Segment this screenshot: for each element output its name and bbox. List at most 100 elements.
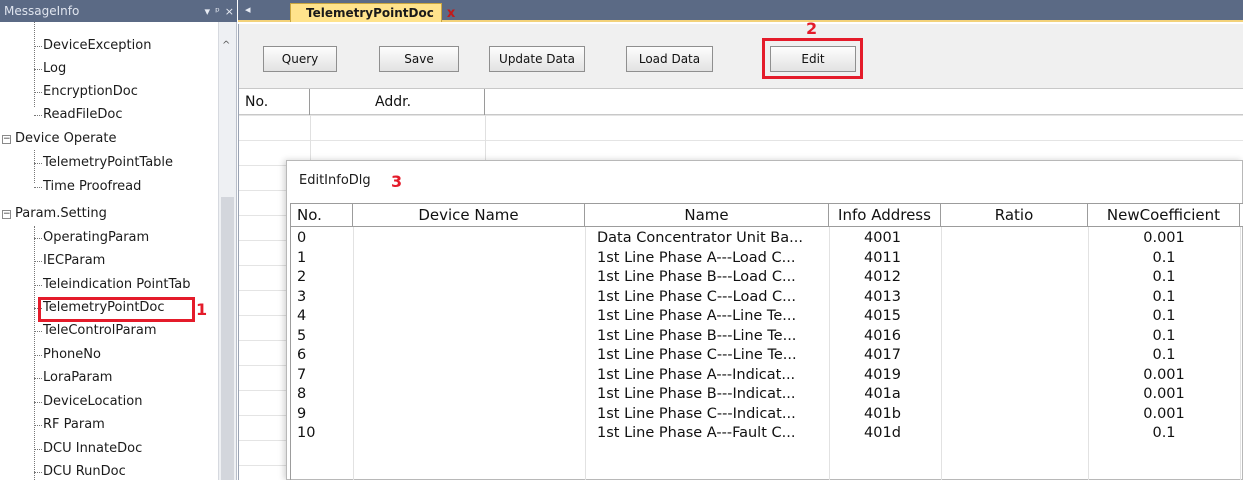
cell-no: 2 bbox=[297, 269, 307, 285]
tree-group-device-operate[interactable]: − Device Operate bbox=[2, 128, 116, 150]
cell-no: 7 bbox=[297, 366, 307, 383]
cell-coef: 0.1 bbox=[1152, 425, 1176, 441]
message-tree: DeviceException Log EncryptionDoc ReadFi… bbox=[0, 22, 220, 480]
cell-addr: 4013 bbox=[864, 288, 901, 305]
edit-info-dialog: EditInfoDlg 3 No. Device Name Name Info … bbox=[286, 160, 1243, 480]
column-header-ratio[interactable]: Ratio bbox=[941, 204, 1088, 227]
table-row[interactable]: 9 1st Line Phase C---Indicat... 401b 0.001 bbox=[291, 405, 1243, 424]
tree-item-lora-param[interactable]: LoraParam bbox=[33, 367, 112, 389]
cell-addr: 4015 bbox=[864, 308, 901, 324]
scroll-up-icon[interactable]: ^ bbox=[222, 40, 230, 51]
cell-no: 8 bbox=[297, 386, 307, 402]
tree-item-log[interactable]: Log bbox=[33, 58, 66, 80]
edit-info-table: No. Device Name Name Info Address Ratio … bbox=[290, 203, 1243, 480]
annotation-box-2 bbox=[762, 38, 863, 79]
dialog-title: EditInfoDlg bbox=[299, 173, 371, 188]
tree-item-device-exception[interactable]: DeviceException bbox=[33, 35, 151, 57]
load-data-button[interactable]: Load Data bbox=[626, 46, 713, 72]
column-header-new-coefficient[interactable]: NewCoefficient bbox=[1088, 204, 1240, 227]
table-row[interactable]: 3 1st Line Phase C---Load C... 4013 0.1 bbox=[291, 288, 1243, 307]
tree-item-rf-param[interactable]: RF Param bbox=[34, 414, 105, 436]
table-row[interactable]: 6 1st Line Phase C---Line Te... 4017 0.1 bbox=[291, 346, 1243, 365]
tree-item-time-proofread[interactable]: Time Proofread bbox=[33, 176, 141, 198]
column-header-no[interactable]: No. bbox=[291, 204, 353, 227]
table-row[interactable]: 10 1st Line Phase A---Fault C... 401d 0.1 bbox=[291, 424, 1243, 443]
cell-coef: 0.1 bbox=[1152, 249, 1176, 266]
column-header-info-address[interactable]: Info Address bbox=[829, 204, 941, 227]
tree-item-phone-no[interactable]: PhoneNo bbox=[34, 344, 101, 366]
column-header-no[interactable]: No. bbox=[239, 89, 310, 115]
tree-item-operating-param[interactable]: OperatingParam bbox=[33, 227, 149, 249]
table-row[interactable]: 4 1st Line Phase A---Line Te... 4015 0.1 bbox=[291, 307, 1243, 326]
cell-coef: 0.001 bbox=[1143, 405, 1185, 422]
table-row[interactable]: 5 1st Line Phase B---Line Te... 4016 0.1 bbox=[291, 327, 1243, 346]
collapse-icon[interactable]: − bbox=[2, 134, 11, 144]
cell-coef: 0.1 bbox=[1152, 269, 1176, 285]
tree-group-label: Param.Setting bbox=[15, 206, 107, 221]
tab-telemetry-point-doc[interactable]: TelemetryPointDoc x bbox=[290, 3, 455, 22]
tree-item-device-location[interactable]: DeviceLocation bbox=[33, 391, 142, 413]
tree-item-teleindication-point-tab[interactable]: Teleindication PointTab bbox=[34, 274, 191, 296]
cell-addr: 401d bbox=[864, 425, 901, 441]
cell-name: 1st Line Phase C---Indicat... bbox=[597, 405, 796, 422]
tree-group-param-setting[interactable]: − Param.Setting bbox=[2, 203, 107, 225]
panel-controls: ▾ ᵖ × bbox=[205, 0, 234, 22]
tree-item-telemetry-point-table[interactable]: TelemetryPointTable bbox=[33, 152, 173, 174]
cell-addr: 401b bbox=[864, 405, 901, 422]
update-data-button[interactable]: Update Data bbox=[489, 46, 585, 72]
save-button[interactable]: Save bbox=[379, 46, 459, 72]
tree-item-read-file-doc[interactable]: ReadFileDoc bbox=[34, 104, 123, 126]
document-tab-bar: ◂ TelemetryPointDoc x bbox=[238, 0, 1243, 22]
pin-icon[interactable]: ᵖ bbox=[215, 5, 220, 18]
cell-addr: 4012 bbox=[864, 269, 901, 285]
table-row[interactable]: 0 Data Concentrator Unit Ba... 4001 0.001 bbox=[291, 229, 1243, 248]
cell-coef: 0.1 bbox=[1152, 308, 1176, 324]
cell-name: Data Concentrator Unit Ba... bbox=[597, 230, 803, 246]
cell-addr: 4019 bbox=[864, 366, 901, 383]
tree-item-encryption-doc[interactable]: EncryptionDoc bbox=[34, 81, 138, 103]
panel-title: MessageInfo bbox=[4, 4, 80, 18]
toolbar: Query Save Update Data Load Data Edit 2 bbox=[239, 19, 1243, 88]
column-header-addr[interactable]: Addr. bbox=[310, 89, 485, 115]
panel-menu-icon[interactable]: ▾ bbox=[205, 5, 211, 18]
tree-item-iec-param[interactable]: IECParam bbox=[33, 250, 105, 272]
cell-coef: 0.001 bbox=[1143, 386, 1185, 402]
cell-name: 1st Line Phase C---Load C... bbox=[597, 288, 796, 305]
tab-close-icon[interactable]: x bbox=[447, 6, 455, 21]
cell-no: 10 bbox=[297, 425, 316, 441]
table-row[interactable]: 1 1st Line Phase A---Load C... 4011 0.1 bbox=[291, 249, 1243, 268]
cell-name: 1st Line Phase B---Indicat... bbox=[597, 386, 796, 402]
cell-coef: 0.1 bbox=[1152, 288, 1176, 305]
table-row[interactable]: 7 1st Line Phase A---Indicat... 4019 0.001 bbox=[291, 366, 1243, 385]
tree-guide-line bbox=[34, 150, 35, 183]
cell-name: 1st Line Phase A---Fault C... bbox=[597, 425, 796, 441]
annotation-number-2: 2 bbox=[806, 19, 818, 38]
tab-scroll-left-icon[interactable]: ◂ bbox=[245, 3, 251, 16]
tab-label: TelemetryPointDoc bbox=[306, 6, 434, 20]
panel-header: MessageInfo ▾ ᵖ × bbox=[0, 0, 237, 22]
tree-guide-line bbox=[34, 226, 35, 480]
table-row[interactable]: 2 1st Line Phase B---Load C... 4012 0.1 bbox=[291, 268, 1243, 287]
annotation-number-3: 3 bbox=[391, 172, 403, 191]
tree-item-dcu-innate-doc[interactable]: DCU InnateDoc bbox=[33, 438, 142, 460]
tree-scrollbar[interactable]: ^ bbox=[218, 22, 236, 480]
cell-name: 1st Line Phase A---Load C... bbox=[597, 249, 796, 266]
cell-name: 1st Line Phase C---Line Te... bbox=[597, 347, 797, 363]
cell-coef: 0.001 bbox=[1143, 366, 1185, 383]
panel-close-icon[interactable]: × bbox=[225, 5, 234, 18]
cell-no: 1 bbox=[297, 249, 307, 266]
annotation-box-1 bbox=[38, 297, 195, 322]
message-info-panel: MessageInfo ▾ ᵖ × DeviceException Log En… bbox=[0, 0, 237, 480]
cell-name: 1st Line Phase B---Line Te... bbox=[597, 327, 797, 344]
grid-header: No. Addr. bbox=[239, 88, 1243, 115]
tree-item-tele-control-param[interactable]: TeleControlParam bbox=[34, 320, 157, 342]
cell-addr: 401a bbox=[864, 386, 901, 402]
column-header-device-name[interactable]: Device Name bbox=[353, 204, 585, 227]
cell-no: 0 bbox=[297, 230, 307, 246]
tree-item-dcu-run-doc[interactable]: DCU RunDoc bbox=[34, 461, 126, 480]
query-button[interactable]: Query bbox=[263, 46, 337, 72]
table-row[interactable]: 8 1st Line Phase B---Indicat... 401a 0.001 bbox=[291, 385, 1243, 404]
column-header-name[interactable]: Name bbox=[585, 204, 829, 227]
scrollbar-thumb[interactable] bbox=[221, 197, 234, 480]
collapse-icon[interactable]: − bbox=[2, 209, 11, 219]
